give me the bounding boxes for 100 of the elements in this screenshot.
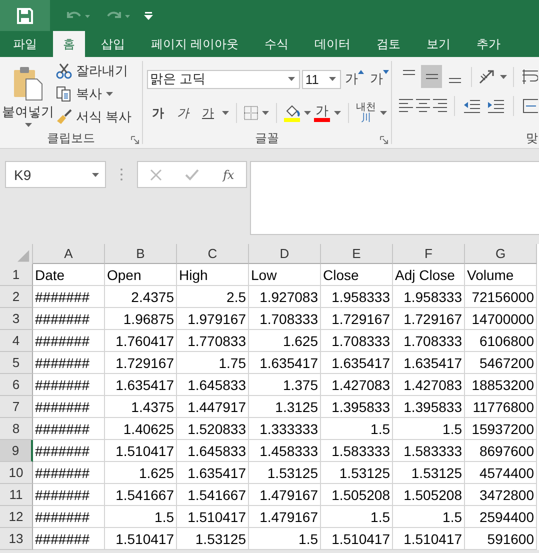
ribbon-tab[interactable]: 파일 <box>3 31 47 57</box>
table-cell: 1.635417 <box>393 352 465 374</box>
caret-icon <box>24 123 32 127</box>
caret-icon <box>106 92 113 96</box>
column-header[interactable]: C <box>177 244 249 264</box>
merge-cells-icon[interactable] <box>522 98 538 114</box>
table-cell: 1.635417 <box>321 352 393 374</box>
color-bar-icon <box>314 118 330 122</box>
ribbon-tab[interactable]: 홈 <box>53 31 85 57</box>
phonetic-guide-button[interactable]: 내천 川 <box>356 102 387 124</box>
row-header[interactable]: 7 <box>0 396 33 418</box>
row-header[interactable]: 3 <box>0 308 33 330</box>
table-cell: ####### <box>33 330 105 352</box>
vertical-ellipsis-icon <box>120 168 123 181</box>
row-header[interactable]: 13 <box>0 528 33 550</box>
cut-button[interactable]: 잘라내기 <box>56 62 132 80</box>
row-header[interactable]: 11 <box>0 484 33 506</box>
align-middle-button[interactable] <box>421 65 442 88</box>
orientation-button[interactable] <box>478 68 507 84</box>
table-cell: Low <box>249 264 321 286</box>
table-cell: 1.5 <box>249 528 321 550</box>
font-color-button[interactable]: 가 <box>314 104 341 122</box>
table-cell: ####### <box>33 308 105 330</box>
row-header[interactable]: 1 <box>0 264 33 286</box>
row-header[interactable]: 12 <box>0 506 33 528</box>
ribbon-tab[interactable]: 검토 <box>366 31 410 57</box>
clipboard-icon <box>13 65 43 101</box>
column-header[interactable]: F <box>393 244 465 264</box>
scissors-icon <box>56 63 72 79</box>
underline-button[interactable]: 가 <box>197 104 219 122</box>
borders-button[interactable] <box>244 106 269 120</box>
table-cell: 1.635417 <box>105 374 177 396</box>
table-cell: 1.479167 <box>249 484 321 506</box>
italic-button[interactable]: 가 <box>172 104 194 122</box>
table-cell: High <box>177 264 249 286</box>
format-painter-button[interactable]: 서식 복사 <box>56 108 132 126</box>
table-cell: 5467200 <box>465 352 537 374</box>
table-cell: 1.5 <box>393 418 465 440</box>
row-header[interactable]: 8 <box>0 418 33 440</box>
ribbon-tab[interactable]: 보기 <box>416 31 460 57</box>
wrap-text-icon[interactable] <box>522 68 538 84</box>
fill-color-button[interactable] <box>284 104 311 122</box>
table-cell: 1.625 <box>105 462 177 484</box>
font-size-field[interactable]: 11 <box>302 70 341 88</box>
copy-button[interactable]: 복사 <box>56 85 132 103</box>
font-name-field[interactable]: 맑은 고딕 <box>147 70 300 88</box>
table-cell: 1.96875 <box>105 308 177 330</box>
dialog-launcher-icon[interactable] <box>380 136 388 144</box>
align-center-icon <box>416 99 430 112</box>
column-header[interactable]: D <box>249 244 321 264</box>
customize-caret-icon[interactable] <box>144 12 153 20</box>
ribbon-tab[interactable]: 추가 <box>466 31 510 57</box>
formula-input-field[interactable] <box>250 161 539 235</box>
border-grid-icon <box>244 106 258 120</box>
bold-button[interactable]: 가 <box>147 104 169 122</box>
row-header[interactable]: 10 <box>0 462 33 484</box>
paintbrush-icon <box>56 109 72 125</box>
row-header[interactable]: 5 <box>0 352 33 374</box>
table-cell: 6106800 <box>465 330 537 352</box>
grow-font-button[interactable]: 가 <box>343 68 366 90</box>
table-cell: Volume <box>465 264 537 286</box>
table-cell: 11776800 <box>465 396 537 418</box>
table-cell: ####### <box>33 286 105 308</box>
column-header[interactable]: E <box>321 244 393 264</box>
decrease-indent-icon[interactable] <box>464 98 480 114</box>
ribbon-tab[interactable]: 페이지 레이아웃 <box>141 31 248 57</box>
table-cell: 1.75 <box>177 352 249 374</box>
paste-button[interactable]: 붙여넣기 <box>0 57 56 128</box>
column-header[interactable]: B <box>105 244 177 264</box>
table-cell: 1.729167 <box>321 308 393 330</box>
align-bottom-icon <box>448 78 462 83</box>
table-cell: 15937200 <box>465 418 537 440</box>
align-right-icon <box>433 99 448 112</box>
shrink-font-button[interactable]: 가 <box>368 68 391 90</box>
table-cell: 1.3125 <box>249 396 321 418</box>
table-cell: Adj Close <box>393 264 465 286</box>
table-cell: 1.708333 <box>321 330 393 352</box>
table-cell: 1.708333 <box>393 330 465 352</box>
table-cell: 1.427083 <box>321 374 393 396</box>
column-header[interactable]: A <box>33 244 105 264</box>
table-cell: 1.645833 <box>177 374 249 396</box>
column-header[interactable]: G <box>465 244 537 264</box>
table-cell: ####### <box>33 528 105 550</box>
insert-function-button[interactable]: fx <box>222 168 234 182</box>
table-cell: 1.458333 <box>249 440 321 462</box>
ribbon-tab[interactable]: 데이터 <box>304 31 360 57</box>
name-box[interactable]: K9 <box>5 161 106 188</box>
row-header[interactable]: 9 <box>0 440 33 462</box>
ribbon-tab[interactable]: 수식 <box>254 31 298 57</box>
increase-indent-icon[interactable] <box>488 98 504 114</box>
save-button[interactable] <box>0 0 50 31</box>
table-cell: 1.447917 <box>177 396 249 418</box>
table-cell: ####### <box>33 418 105 440</box>
checkmark-icon[interactable] <box>185 168 200 180</box>
row-header[interactable]: 4 <box>0 330 33 352</box>
row-header[interactable]: 2 <box>0 286 33 308</box>
row-header[interactable]: 6 <box>0 374 33 396</box>
table-cell: 1.635417 <box>249 352 321 374</box>
ribbon-tab[interactable]: 삽입 <box>91 31 135 57</box>
dialog-launcher-icon[interactable] <box>131 136 139 144</box>
